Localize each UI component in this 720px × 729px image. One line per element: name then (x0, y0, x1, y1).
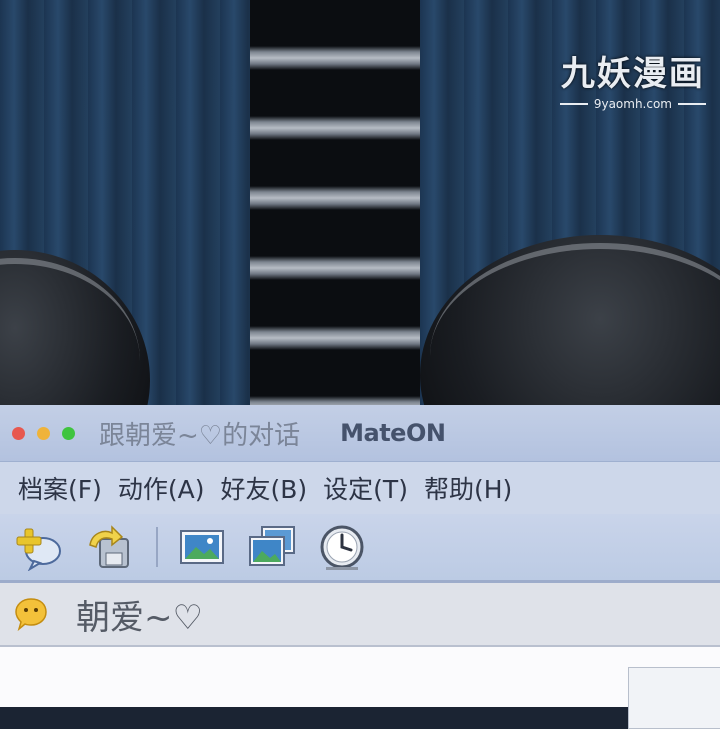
ladder-railing (250, 0, 420, 405)
transfer-file-icon (89, 525, 129, 568)
window-title: 跟朝爱~♡的对话 (99, 420, 301, 451)
menu-file[interactable]: 档案(F) (18, 470, 102, 506)
menu-bar: 档案(F) 动作(A) 好友(B) 设定(T) 帮助(H) (0, 462, 720, 514)
watermark-url-row: 9yaomh.com (559, 97, 706, 111)
close-window-button[interactable] (12, 426, 25, 440)
toolbar-separator (156, 527, 158, 567)
clock-icon (320, 525, 364, 570)
menu-friends[interactable]: 好友(B) (221, 470, 308, 506)
window-titlebar[interactable]: 跟朝爱~♡的对话 MateON (0, 405, 720, 462)
add-contact-button[interactable] (16, 523, 64, 571)
pictures-icon (249, 526, 295, 566)
minimize-window-button[interactable] (37, 426, 50, 440)
menu-help[interactable]: 帮助(H) (424, 470, 512, 506)
chat-message-area[interactable] (0, 647, 720, 729)
background-scene: 九妖漫画 9yaomh.com (0, 0, 720, 405)
toolbar (0, 514, 720, 583)
watermark-url: 9yaomh.com (593, 97, 672, 111)
chat-window: 跟朝爱~♡的对话 MateON 档案(F) 动作(A) 好友(B) 设定(T) … (0, 405, 720, 729)
watermark: 九妖漫画 9yaomh.com (559, 46, 706, 111)
add-contact-icon (16, 528, 61, 571)
contact-name: 朝爱~♡ (76, 597, 203, 638)
emoticon-icon (15, 598, 47, 631)
menu-action[interactable]: 动作(A) (118, 470, 205, 506)
watermark-line-right (678, 103, 706, 105)
send-pictures-button[interactable] (248, 523, 296, 571)
watermark-title: 九妖漫画 (560, 54, 705, 94)
zoom-window-button[interactable] (62, 426, 75, 440)
send-picture-button[interactable] (178, 523, 226, 571)
contact-bar: 朝爱~♡ (0, 583, 720, 647)
app-name: MateON (340, 419, 446, 447)
transfer-file-button[interactable] (86, 523, 134, 571)
side-panel (628, 667, 720, 729)
menu-settings[interactable]: 设定(T) (323, 470, 408, 506)
picture-icon (180, 530, 224, 564)
history-button[interactable] (318, 523, 366, 571)
watermark-line-left (559, 103, 588, 105)
